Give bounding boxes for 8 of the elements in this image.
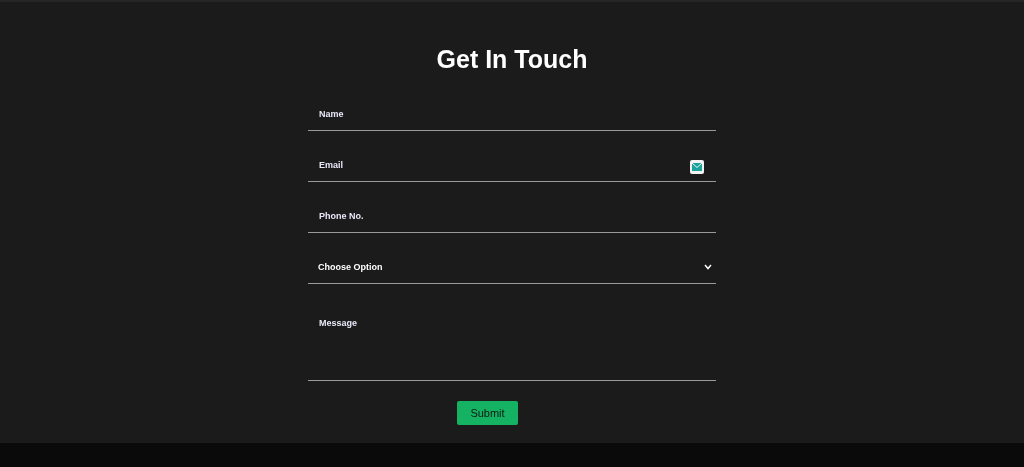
input-field[interactable]: Phone No. [308, 200, 716, 233]
chevron-down-icon [704, 264, 712, 270]
message-field[interactable]: Message [308, 304, 716, 381]
submit-button[interactable]: Submit [457, 401, 518, 425]
page-title: Get In Touch [436, 44, 588, 74]
envelope-icon [690, 160, 704, 174]
option-dropdown[interactable]: Choose Option [308, 251, 716, 284]
input-field[interactable]: Name [308, 98, 716, 131]
